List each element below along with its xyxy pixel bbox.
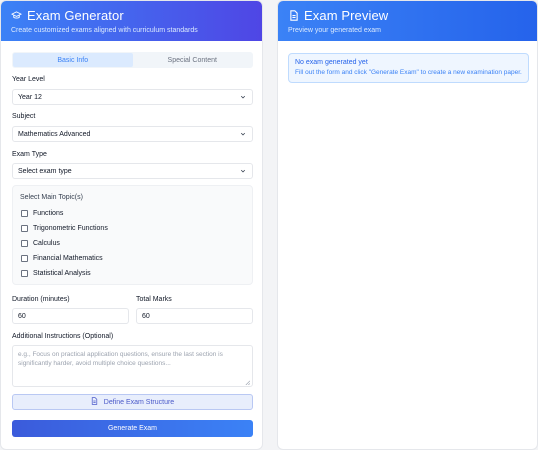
year-level-label: Year Level (12, 76, 45, 83)
generator-title: Exam Generator (27, 8, 124, 23)
instructions-label: Additional Instructions (Optional) (12, 333, 114, 340)
preview-header: Exam Preview Preview your generated exam (278, 1, 537, 41)
generate-exam-button[interactable]: Generate Exam (12, 420, 253, 437)
exam-preview-panel: Exam Preview Preview your generated exam… (277, 0, 538, 450)
total-marks-input[interactable]: 60 (136, 308, 253, 324)
instructions-textarea[interactable]: e.g., Focus on practical application que… (12, 345, 253, 387)
topic-label: Statistical Analysis (33, 270, 91, 277)
topic-option-trigonometric-functions[interactable]: Trigonometric Functions (21, 225, 108, 232)
subject-select[interactable]: Mathematics Advanced (12, 126, 253, 142)
exam-generator-panel: Exam Generator Create customized exams a… (0, 0, 263, 450)
year-level-select[interactable]: Year 12 (12, 89, 253, 105)
duration-value: 60 (18, 312, 26, 320)
preview-subtitle: Preview your generated exam (288, 27, 381, 34)
duration-label: Duration (minutes) (12, 296, 70, 303)
checkbox[interactable] (21, 255, 28, 262)
subject-label: Subject (12, 113, 36, 120)
checkbox[interactable] (21, 240, 28, 247)
topic-option-calculus[interactable]: Calculus (21, 240, 60, 247)
total-marks-label: Total Marks (136, 296, 172, 303)
chevron-down-icon (240, 131, 246, 137)
checkbox[interactable] (21, 270, 28, 277)
topic-label: Financial Mathematics (33, 255, 103, 262)
tab-basic-info[interactable]: Basic Info (13, 53, 133, 67)
chevron-down-icon (240, 94, 246, 100)
year-level-value: Year 12 (18, 93, 42, 101)
topic-option-financial-mathematics[interactable]: Financial Mathematics (21, 255, 103, 262)
define-exam-structure-label: Define Exam Structure (103, 398, 175, 406)
topic-option-functions[interactable]: Functions (21, 210, 63, 217)
chevron-down-icon (240, 168, 246, 174)
duration-input[interactable]: 60 (12, 308, 129, 324)
empty-state-text: Fill out the form and click "Generate Ex… (295, 69, 522, 76)
checkbox[interactable] (21, 225, 28, 232)
total-marks-value: 60 (142, 312, 150, 320)
exam-type-value: Select exam type (18, 167, 72, 175)
preview-title: Exam Preview (304, 8, 389, 23)
graduation-cap-icon (11, 10, 22, 21)
checkbox[interactable] (21, 210, 28, 217)
topic-option-statistical-analysis[interactable]: Statistical Analysis (21, 270, 91, 277)
exam-type-label: Exam Type (12, 151, 47, 158)
exam-type-select[interactable]: Select exam type (12, 163, 253, 179)
subject-value: Mathematics Advanced (18, 130, 91, 138)
topics-group: Select Main Topic(s) Functions Trigonome… (12, 185, 253, 285)
topics-title: Select Main Topic(s) (20, 194, 83, 201)
empty-state-title: No exam generated yet (295, 59, 368, 66)
document-icon (91, 397, 98, 407)
define-exam-structure-button[interactable]: Define Exam Structure (12, 394, 253, 410)
generator-header: Exam Generator Create customized exams a… (1, 1, 262, 41)
generator-subtitle: Create customized exams aligned with cur… (11, 27, 198, 34)
empty-state-notice: No exam generated yet Fill out the form … (288, 53, 529, 83)
tab-special-content[interactable]: Special Content (133, 53, 253, 67)
instructions-placeholder: e.g., Focus on practical application que… (18, 351, 223, 367)
resize-handle-icon[interactable] (245, 379, 251, 386)
topic-label: Trigonometric Functions (33, 225, 108, 232)
topic-label: Functions (33, 210, 64, 217)
document-icon (288, 10, 299, 21)
form-tabs: Basic Info Special Content (12, 52, 253, 68)
topic-label: Calculus (33, 240, 60, 247)
